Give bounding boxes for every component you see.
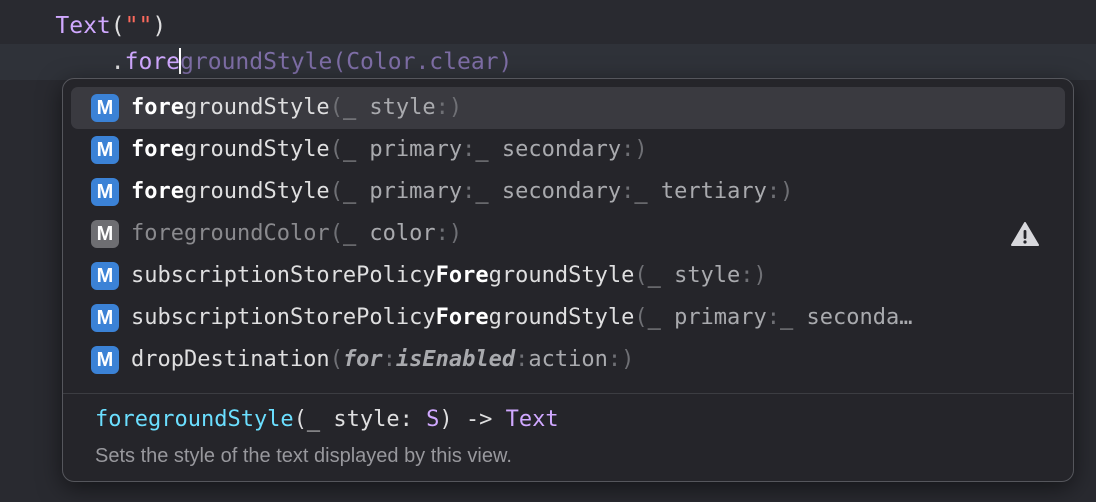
completion-item[interactable]: MforegroundColor(_ color:): [71, 213, 1065, 255]
completion-label: foregroundStyle(_ primary:_ secondary:): [131, 137, 648, 162]
string-literal: "": [124, 13, 153, 39]
completion-item[interactable]: MsubscriptionStorePolicyForegroundStyle(…: [71, 255, 1065, 297]
completion-item[interactable]: MdropDestination(for:isEnabled:action:): [71, 339, 1065, 381]
method-kind-badge: M: [91, 220, 119, 248]
method-kind-badge: M: [91, 94, 119, 122]
completion-args: (_ primary:_ secondary:): [329, 137, 648, 162]
divider: [63, 393, 1073, 394]
completion-label: foregroundColor(_ color:): [131, 221, 463, 246]
completion-label: foregroundStyle(_ primary:_ secondary:_ …: [131, 179, 794, 204]
method-kind-badge: M: [91, 304, 119, 332]
completion-args: (_ primary:_ seconda…: [634, 305, 913, 330]
code-line-current[interactable]: .foregroundStyle(Color.clear): [0, 44, 1096, 80]
inline-suggestion: groundStyle: [180, 49, 333, 75]
typed-text: fore: [124, 49, 181, 75]
completion-item[interactable]: MforegroundStyle(_ style:): [71, 87, 1065, 129]
method-kind-badge: M: [91, 346, 119, 374]
completion-popup[interactable]: MforegroundStyle(_ style:) MforegroundSty…: [62, 78, 1074, 482]
completion-args: (_ style:): [329, 95, 463, 120]
method-kind-badge: M: [91, 262, 119, 290]
completion-label: subscriptionStorePolicyForegroundStyle(_…: [131, 305, 913, 330]
completion-item[interactable]: MforegroundStyle(_ primary:_ secondary:_…: [71, 171, 1065, 213]
completion-label: subscriptionStorePolicyForegroundStyle(_…: [131, 263, 767, 288]
completion-list[interactable]: MforegroundStyle(_ style:) MforegroundSty…: [63, 87, 1073, 381]
completion-label: dropDestination(for:isEnabled:action:): [131, 347, 635, 372]
code-line-text[interactable]: Text(""): [0, 8, 1096, 44]
completion-item[interactable]: MsubscriptionStorePolicyForegroundStyle(…: [71, 297, 1065, 339]
method-kind-badge: M: [91, 136, 119, 164]
method-kind-badge: M: [91, 178, 119, 206]
completion-signature: foregroundStyle(_ style: S) -> Text: [95, 407, 559, 432]
completion-item[interactable]: MforegroundStyle(_ primary:_ secondary:): [71, 129, 1065, 171]
completion-args: (_ primary:_ secondary:_ tertiary:): [329, 179, 794, 204]
inline-suggestion-args: (Color.clear): [332, 49, 513, 75]
completion-description: Sets the style of the text displayed by …: [95, 445, 512, 467]
completion-label: foregroundStyle(_ style:): [131, 95, 463, 120]
code-editor[interactable]: Text("") .foregroundStyle(Color.clear) M…: [0, 0, 1096, 502]
completion-args: (_ color:): [329, 221, 463, 246]
warning-triangle-icon: [1011, 222, 1039, 246]
text-type-token: Text: [55, 13, 111, 39]
completion-args: (_ style:): [634, 263, 767, 288]
completion-args: (for:isEnabled:action:): [329, 347, 635, 372]
